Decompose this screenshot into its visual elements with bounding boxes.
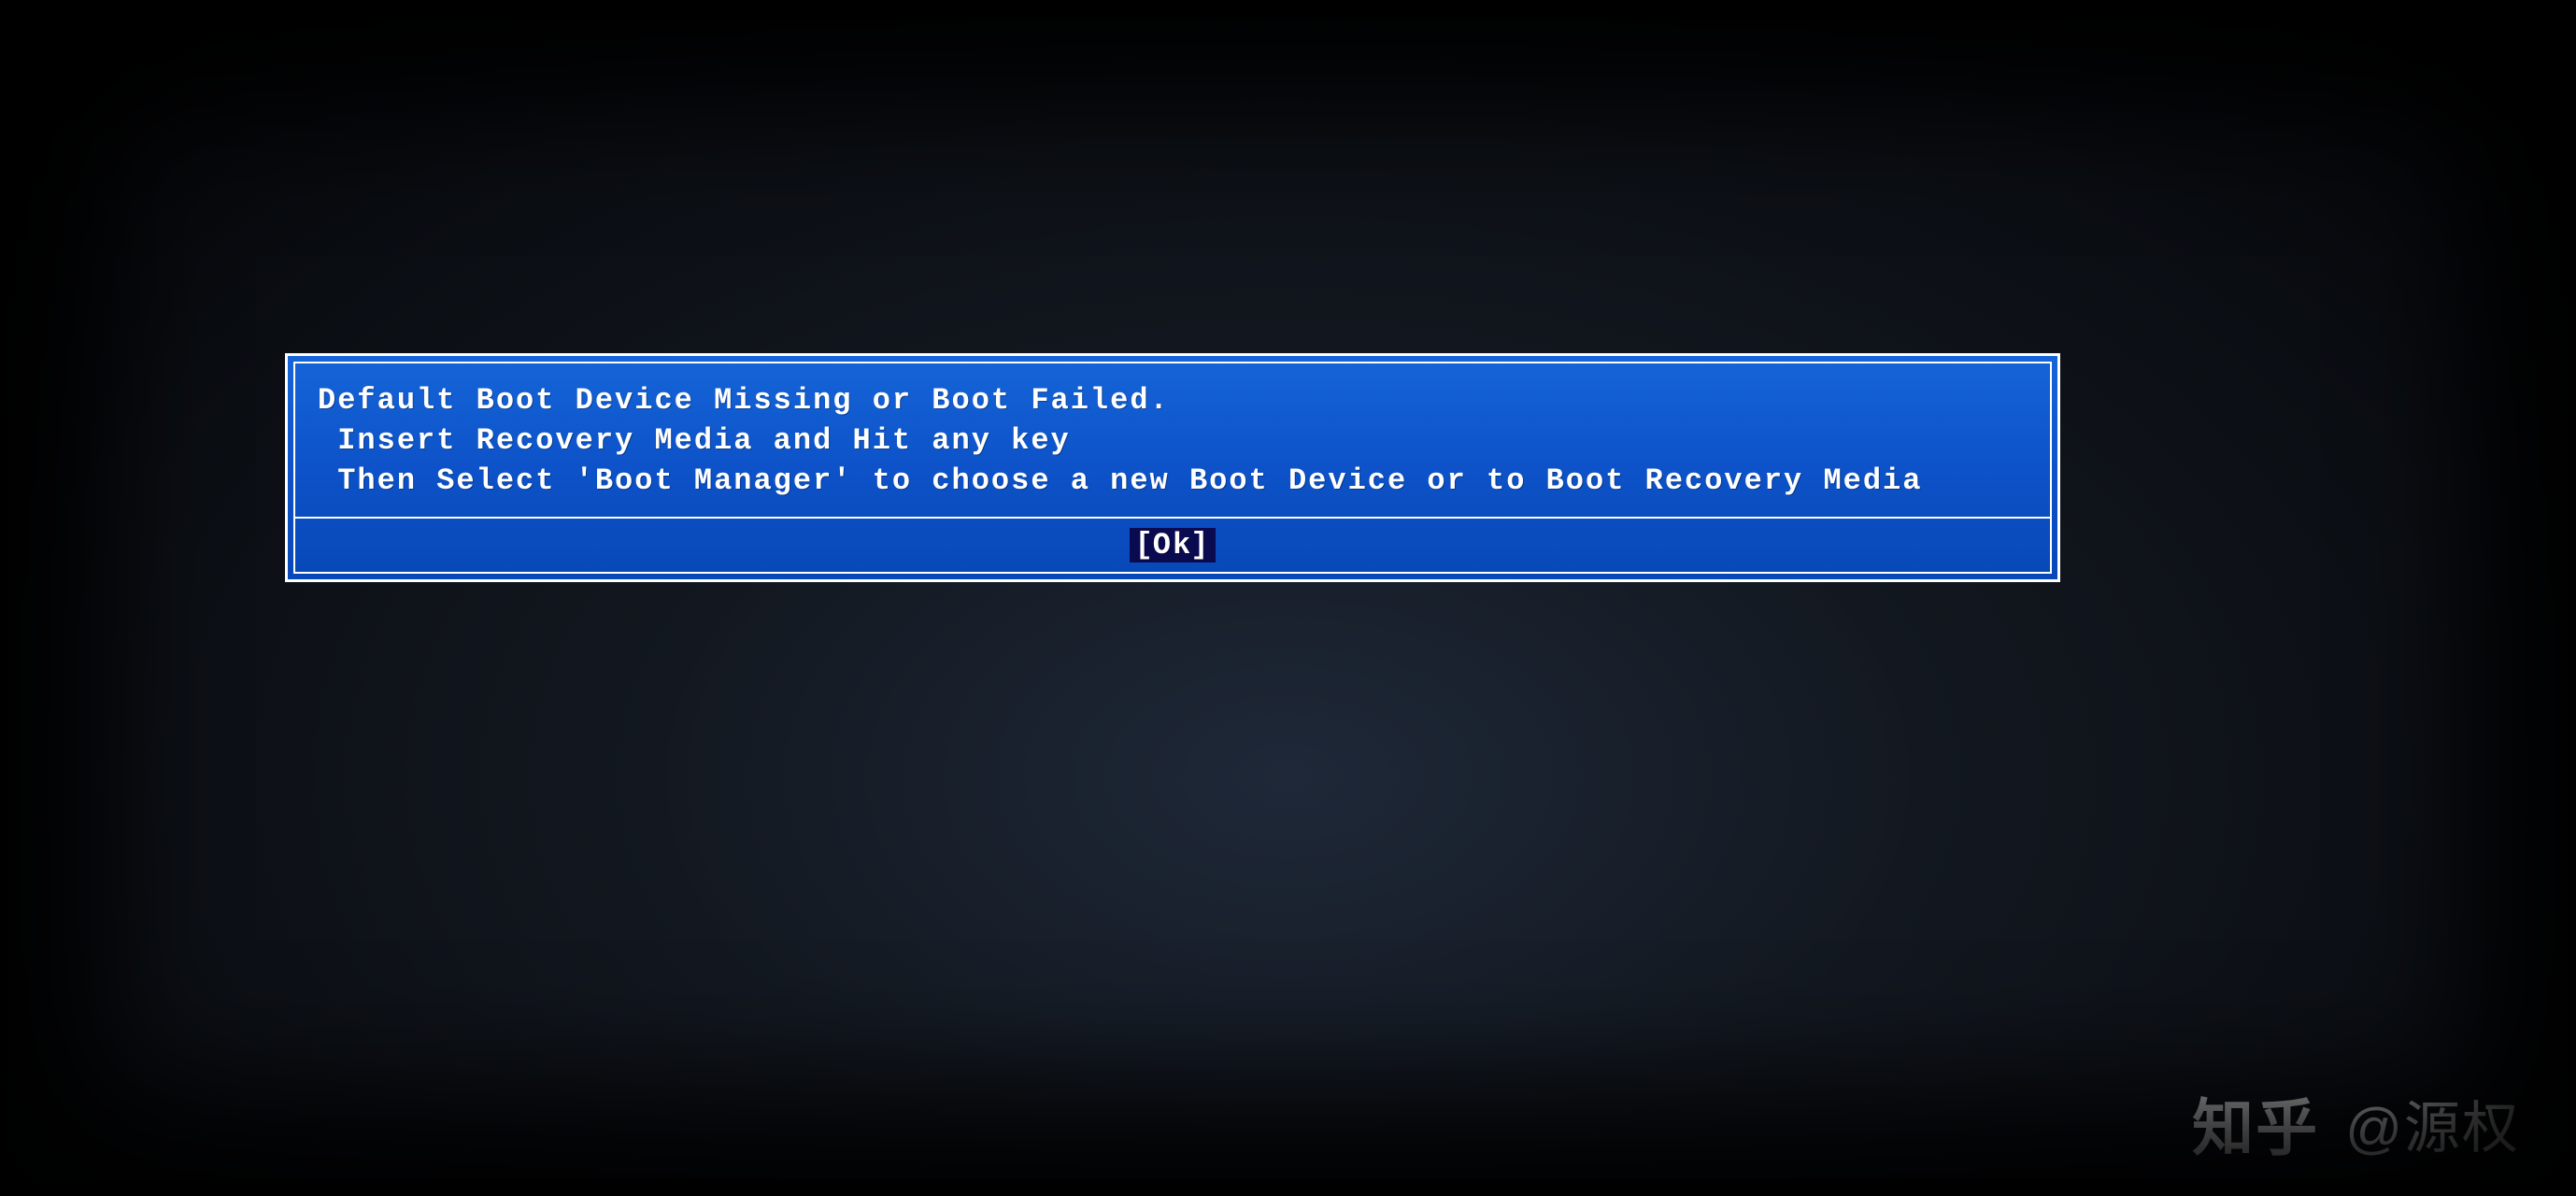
dialog-inner-frame: Default Boot Device Missing or Boot Fail…	[293, 362, 2052, 574]
photo-vignette	[0, 0, 2576, 1196]
bios-error-dialog: Default Boot Device Missing or Boot Fail…	[285, 353, 2060, 582]
error-message-area: Default Boot Device Missing or Boot Fail…	[295, 363, 2050, 519]
watermark: 知乎 @源权	[2192, 1078, 2520, 1168]
monitor-bezel-right	[2569, 0, 2576, 1196]
ok-button[interactable]: Ok	[1130, 528, 1217, 562]
watermark-author: @源权	[2345, 1083, 2520, 1164]
error-line-3: Then Select 'Boot Manager' to choose a n…	[318, 461, 2028, 501]
monitor-bezel-top	[0, 0, 2576, 19]
monitor-bezel-left	[0, 0, 7, 1196]
dialog-button-row: Ok	[295, 519, 2050, 572]
monitor-bezel-bottom	[0, 1179, 2576, 1196]
zhihu-logo-text: 知乎	[2192, 1078, 2319, 1168]
error-line-1: Default Boot Device Missing or Boot Fail…	[318, 380, 2028, 420]
error-line-2: Insert Recovery Media and Hit any key	[318, 420, 2028, 461]
